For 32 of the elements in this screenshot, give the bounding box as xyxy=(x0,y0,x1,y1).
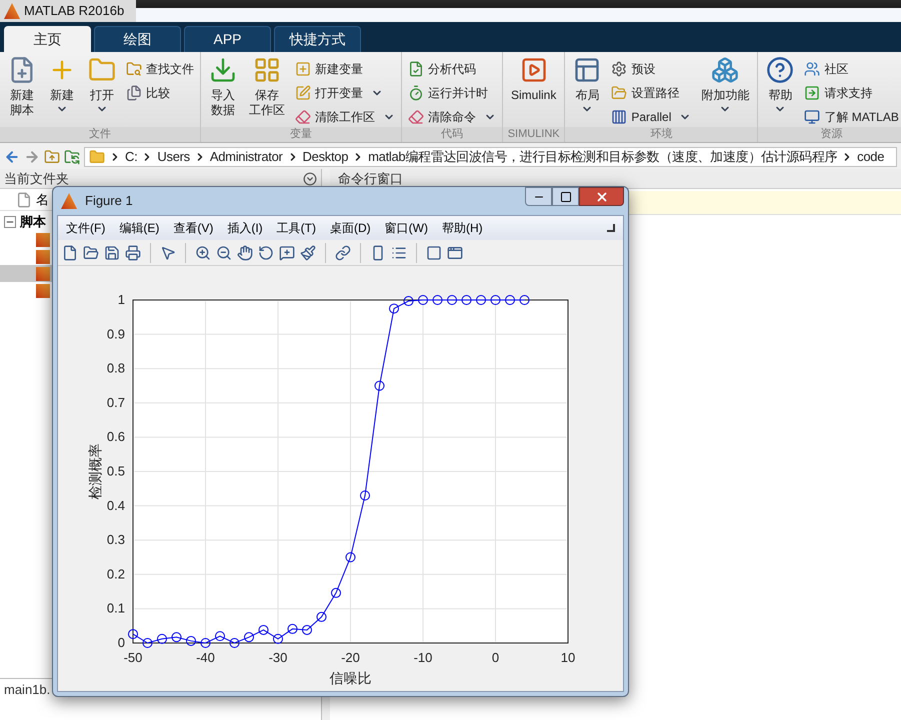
group-label: 资源 xyxy=(758,127,901,142)
window-title: Figure 1 xyxy=(85,192,133,210)
window-title: MATLAB R2016b xyxy=(24,2,124,20)
panel-title: 当前文件夹 xyxy=(4,170,69,188)
panel-title: 命令行窗口 xyxy=(338,170,403,188)
y-tick-label: 0.3 xyxy=(106,532,125,548)
x-tick-label: -10 xyxy=(414,650,432,665)
x-tick-label: -30 xyxy=(268,650,288,665)
y-tick-label: 0.7 xyxy=(106,394,125,410)
y-tick-label: 0 xyxy=(118,635,125,650)
y-tick-label: 0.1 xyxy=(106,600,125,616)
x-tick-label: 10 xyxy=(560,650,576,665)
x-tick-label: -20 xyxy=(341,650,360,665)
y-axis-label: 检测概率 xyxy=(87,444,103,500)
group-label: 变量 xyxy=(201,127,401,142)
y-tick-label: 0.5 xyxy=(106,464,125,478)
y-tick-label: 0.2 xyxy=(106,566,125,582)
x-tick-label: -50 xyxy=(124,650,142,665)
column-header: 名 xyxy=(36,190,49,209)
x-tick-label: 0 xyxy=(492,650,500,665)
y-tick-label: 0.9 xyxy=(106,326,125,342)
group-label: 文件 xyxy=(0,127,200,142)
group-label: 环境 xyxy=(565,127,758,142)
group-label: 代码 xyxy=(402,127,502,142)
y-tick-label: 0.6 xyxy=(106,429,125,444)
x-axis-label: 信噪比 xyxy=(330,670,372,686)
group-label: SIMULINK xyxy=(503,127,564,142)
file-details: main1b. xyxy=(4,680,50,699)
y-tick-label: 1 xyxy=(118,292,125,307)
y-tick-label: 0.4 xyxy=(106,498,125,513)
x-tick-label: -40 xyxy=(196,650,215,665)
y-tick-label: 0.8 xyxy=(106,360,125,376)
